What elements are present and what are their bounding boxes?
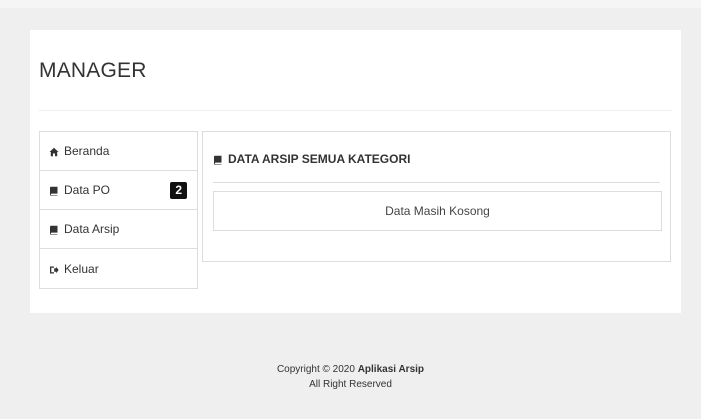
- archive-panel: DATA ARSIP SEMUA KATEGORI Data Masih Kos…: [202, 131, 671, 262]
- sidebar-item-data-arsip[interactable]: Data Arsip: [40, 210, 197, 249]
- sidebar-item-label: Keluar: [64, 261, 99, 276]
- top-strip: [0, 0, 701, 8]
- sidebar: Beranda Data PO 2 Data Arsip Keluar: [39, 131, 198, 289]
- book-icon: [213, 154, 223, 165]
- title-divider: [39, 110, 672, 111]
- sidebar-item-label: Data PO: [64, 183, 111, 197]
- sidebar-item-beranda[interactable]: Beranda: [40, 132, 197, 171]
- count-badge: 2: [170, 182, 187, 199]
- home-icon: [49, 146, 59, 157]
- panel-heading-text: DATA ARSIP SEMUA KATEGORI: [228, 152, 411, 166]
- panel-divider: [213, 182, 660, 183]
- footer-rights: All Right Reserved: [309, 379, 392, 390]
- footer-copyright-line: Copyright © 2020 Aplikasi Arsip: [0, 362, 701, 377]
- sidebar-item-data-po[interactable]: Data PO 2: [40, 171, 197, 210]
- footer: Copyright © 2020 Aplikasi Arsip All Righ…: [0, 362, 701, 392]
- sidebar-item-label: Beranda: [64, 144, 110, 158]
- footer-app-name: Aplikasi Arsip: [357, 364, 425, 375]
- sidebar-item-label: Data Arsip: [64, 222, 120, 236]
- empty-state-message: Data Masih Kosong: [213, 191, 662, 231]
- panel-heading: DATA ARSIP SEMUA KATEGORI: [213, 152, 410, 166]
- copyright-text: Copyright © 2020: [276, 364, 355, 375]
- sidebar-item-keluar[interactable]: Keluar: [40, 249, 197, 288]
- book-icon: [49, 185, 59, 196]
- book-icon: [49, 224, 59, 235]
- sign-out-icon: [49, 264, 59, 274]
- main-card: MANAGER Beranda Data PO 2 Data Arsip Kel…: [30, 30, 681, 313]
- app-title: MANAGER: [39, 59, 147, 82]
- page: MANAGER Beranda Data PO 2 Data Arsip Kel…: [0, 0, 701, 419]
